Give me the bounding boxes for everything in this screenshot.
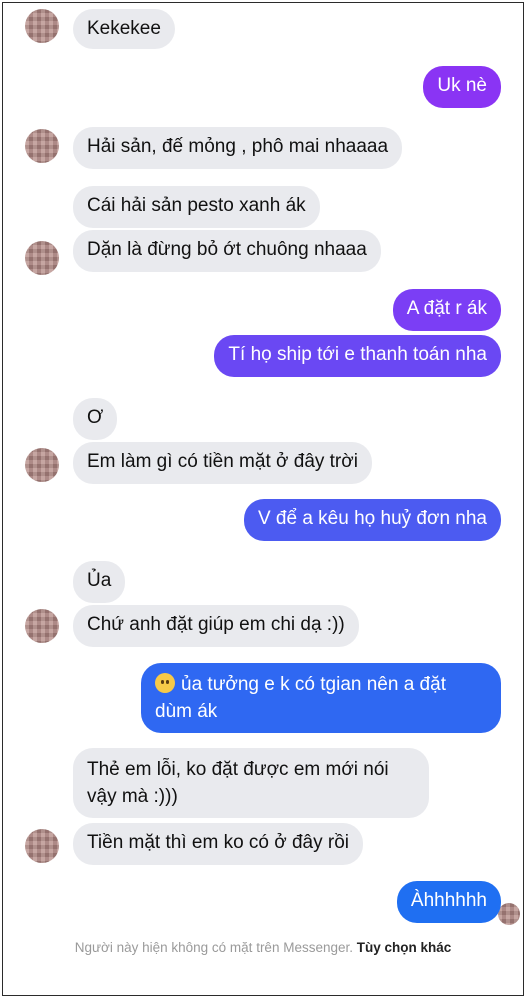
message-outgoing[interactable]: ủa tưởng e k có tgian nên a đặt dùm ák — [141, 663, 501, 733]
own-read-receipt-avatar — [498, 903, 520, 925]
message-line: Thẻ em lỗi, ko đặt được em mới nói — [87, 759, 389, 780]
message-incoming[interactable]: Tiền mặt thì em ko có ở đây rồi — [73, 823, 364, 865]
message-outgoing[interactable]: A đặt r ák — [392, 289, 501, 331]
message-incoming[interactable]: Chứ anh đặt giúp em chi dạ :)) — [73, 605, 359, 647]
message-outgoing[interactable]: V để a kêu họ huỷ đơn nha — [243, 499, 501, 541]
message-outgoing[interactable]: Àhhhhhh — [396, 881, 501, 923]
message-outgoing[interactable]: Tí họ ship tới e thanh toán nha — [214, 335, 501, 377]
message-incoming[interactable]: Dặn là đừng bỏ ớt chuông nhaaa — [73, 230, 381, 272]
message-incoming[interactable]: Hải sản, đế mỏng , phô mai nhaaaa — [73, 127, 403, 169]
contact-avatar[interactable] — [25, 448, 59, 482]
message-incoming[interactable]: Ủa — [73, 561, 126, 603]
message-line: vậy mà :))) — [87, 786, 178, 807]
contact-avatar[interactable] — [25, 609, 59, 643]
contact-avatar[interactable] — [25, 129, 59, 163]
contact-avatar[interactable] — [25, 829, 59, 863]
more-options-link[interactable]: Tùy chọn khác — [357, 940, 452, 955]
status-text: Người này hiện không có mặt trên Messeng… — [74, 940, 353, 955]
message-incoming[interactable]: Ơ — [73, 398, 118, 440]
message-incoming[interactable]: Kekekee — [73, 9, 175, 49]
message-incoming[interactable]: Thẻ em lỗi, ko đặt được em mới nói vậy m… — [73, 748, 429, 818]
sad-face-emoji — [155, 673, 175, 693]
message-incoming[interactable]: Cái hải sản pesto xanh ák — [73, 186, 320, 228]
chat-screenshot-frame: Kekekee Uk nè Hải sản, đế mỏng , phô mai… — [2, 2, 524, 996]
messenger-status-footer: Người này hiện không có mặt trên Messeng… — [3, 937, 523, 959]
contact-avatar[interactable] — [25, 241, 59, 275]
message-line: dùm ák — [155, 701, 218, 722]
message-outgoing[interactable]: Uk nè — [423, 66, 501, 108]
message-incoming[interactable]: Em làm gì có tiền mặt ở đây trời — [73, 442, 372, 484]
contact-avatar[interactable] — [25, 9, 59, 43]
message-line: ủa tưởng e k có tgian nên a đặt — [181, 674, 446, 695]
